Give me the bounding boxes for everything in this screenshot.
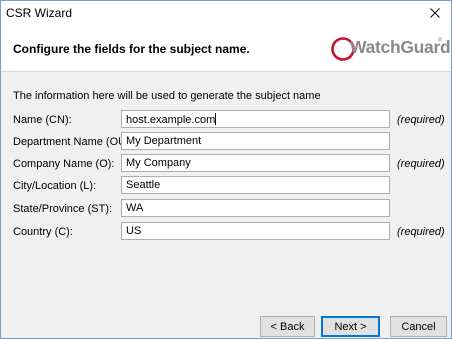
logo-text: WatchGuard: [350, 37, 451, 57]
field-row-st: State/Province (ST): WA: [1, 199, 451, 219]
field-label-l: City/Location (L):: [13, 180, 97, 192]
c-input[interactable]: US: [121, 222, 390, 240]
field-row-c: Country (C): US (required): [1, 222, 451, 242]
back-button[interactable]: < Back: [260, 316, 315, 337]
button-bar: < Back Next > Cancel: [1, 306, 451, 338]
field-row-ou: Department Name (OU): My Department: [1, 132, 451, 152]
required-indicator-c: (required): [397, 226, 445, 238]
required-indicator-cn: (required): [397, 114, 445, 126]
window-title: CSR Wizard: [6, 6, 73, 20]
field-label-o: Company Name (O):: [13, 158, 115, 170]
wizard-header: Configure the fields for the subject nam…: [1, 25, 451, 72]
text-caret: [215, 113, 217, 125]
o-input[interactable]: My Company: [121, 154, 390, 172]
close-button[interactable]: [425, 3, 445, 23]
field-row-o: Company Name (O): My Company (required): [1, 154, 451, 174]
watchguard-logo: WatchGuard ®: [331, 34, 451, 64]
title-bar: CSR Wizard: [1, 1, 451, 25]
field-label-st: State/Province (ST):: [13, 203, 113, 215]
field-row-l: City/Location (L): Seattle: [1, 176, 451, 196]
l-input[interactable]: Seattle: [121, 176, 390, 194]
field-label-ou: Department Name (OU):: [13, 136, 133, 148]
field-label-cn: Name (CN):: [13, 114, 72, 126]
required-indicator-o: (required): [397, 158, 445, 170]
cn-input[interactable]: host.example.com: [121, 110, 390, 128]
field-label-c: Country (C):: [13, 226, 73, 238]
field-row-cn: Name (CN): host.example.com (required): [1, 110, 451, 130]
next-button[interactable]: Next >: [321, 316, 380, 337]
csr-wizard-window: CSR Wizard Configure the fields for the …: [0, 0, 452, 339]
close-icon: [430, 8, 440, 18]
cancel-button[interactable]: Cancel: [390, 316, 447, 337]
ou-input[interactable]: My Department: [121, 132, 390, 150]
logo-trademark: ®: [438, 38, 443, 44]
cn-input-value: host.example.com: [126, 114, 216, 126]
page-title: Configure the fields for the subject nam…: [13, 42, 250, 56]
st-input[interactable]: WA: [121, 199, 390, 217]
intro-text: The information here will be used to gen…: [13, 90, 321, 102]
